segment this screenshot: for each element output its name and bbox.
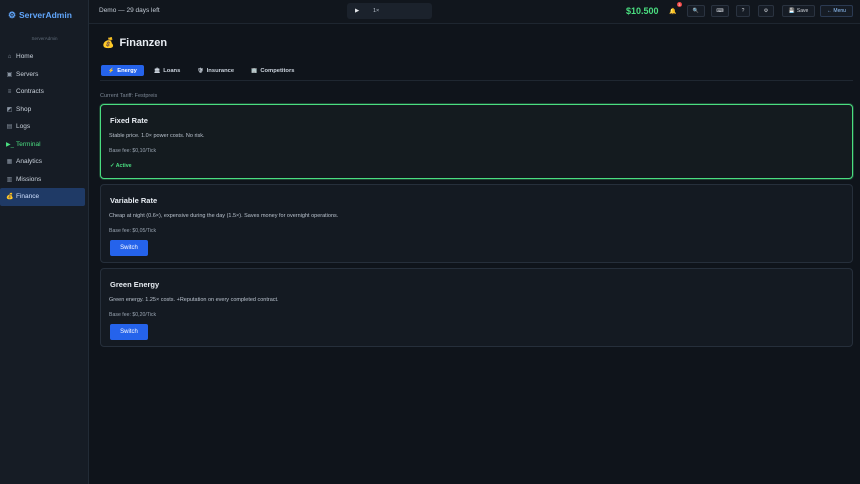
sidebar-item-missions[interactable]: ▥ Missions: [0, 171, 89, 189]
save-button[interactable]: 💾 Save: [782, 5, 815, 17]
tariff-card-green: Green Energy Green energy. 1.25× costs. …: [100, 268, 853, 347]
sidebar-item-analytics[interactable]: ▦ Analytics: [0, 153, 89, 171]
sidebar-item-label: Analytics: [16, 158, 43, 166]
gear-icon: ⚙: [763, 8, 769, 14]
tariff-description: Cheap at night (0.6×), expensive during …: [109, 213, 339, 219]
sidebar: ⚙ ServerAdmin ServerAdmin ⌂ Home ▣ Serve…: [0, 0, 89, 484]
money-bag-icon: 💰: [102, 37, 115, 49]
current-tariff: Current Tariff: Festpreis: [100, 93, 158, 99]
tariff-description: Green energy. 1.25× costs. +Reputation o…: [109, 297, 279, 303]
money-bag-icon: 💰: [6, 194, 14, 201]
demo-status: Demo — 29 days left: [99, 7, 160, 14]
search-icon: 🔍: [692, 8, 700, 14]
topbar: Demo — 29 days left ▶ 1× $10.500 🔔 3 🔍 ⌨…: [89, 0, 860, 24]
sidebar-item-home[interactable]: ⌂ Home: [0, 48, 89, 66]
help-label: ?: [741, 8, 745, 14]
speed-rate[interactable]: 1×: [373, 8, 379, 14]
server-icon: ▣: [6, 71, 13, 78]
tab-label: Energy: [117, 67, 137, 74]
brand-subtitle: ServerAdmin: [31, 36, 58, 41]
sidebar-item-shop[interactable]: ◩ Shop: [0, 101, 89, 119]
tab-label: Competitors: [260, 67, 295, 74]
sidebar-item-label: Contracts: [16, 88, 44, 96]
sidebar-item-finance[interactable]: 💰 Finance: [0, 188, 85, 206]
tab-label: Insurance: [206, 67, 235, 74]
tab-insurance[interactable]: 🛡 Insurance: [190, 65, 241, 76]
save-label: Save: [796, 8, 809, 14]
notifications-button[interactable]: 🔔 3: [665, 2, 682, 17]
tariff-fee: Base fee: $0,10/Tick: [109, 148, 157, 154]
tariff-name: Green Energy: [110, 280, 160, 289]
sidebar-item-logs[interactable]: ▤ Logs: [0, 118, 89, 136]
sidebar-item-servers[interactable]: ▣ Servers: [0, 66, 89, 84]
page-title-text: Finanzen: [119, 37, 168, 49]
analytics-icon: ▦: [6, 159, 13, 166]
menu-button[interactable]: ← Menu: [820, 5, 853, 17]
shield-icon: 🛡: [197, 67, 204, 74]
brand-name: ServerAdmin: [19, 10, 72, 20]
menu-label: ← Menu: [827, 8, 846, 14]
finance-tabs: ⚡ Energy 🏛 Loans 🛡 Insurance 🏢 Competito…: [101, 65, 304, 77]
page-title: 💰 Finanzen: [102, 37, 167, 49]
notification-badge: 3: [676, 2, 682, 7]
contract-icon: ≡: [7, 88, 12, 95]
lightning-icon: ⚡: [108, 67, 115, 74]
help-button[interactable]: ?: [736, 5, 750, 17]
tabs-divider: [100, 80, 853, 81]
shop-icon: ◩: [6, 106, 13, 113]
sidebar-item-label: Servers: [16, 70, 39, 78]
sidebar-item-label: Terminal: [16, 140, 41, 148]
sidebar-nav: ⌂ Home ▣ Servers ≡ Contracts ◩ Shop ▤ Lo…: [0, 48, 89, 206]
play-icon[interactable]: ▶: [355, 8, 363, 14]
sidebar-item-contracts[interactable]: ≡ Contracts: [0, 83, 89, 101]
building-icon: 🏢: [251, 67, 258, 74]
brand[interactable]: ⚙ ServerAdmin: [8, 10, 72, 20]
settings-button[interactable]: ⚙: [758, 5, 774, 17]
keyboard-button[interactable]: ⌨: [711, 5, 729, 17]
sidebar-item-label: Shop: [16, 105, 32, 113]
tariff-card-fixed: Fixed Rate Stable price. 1.0× power cost…: [100, 104, 853, 179]
sidebar-item-label: Missions: [16, 175, 42, 183]
home-icon: ⌂: [7, 53, 12, 60]
gear-icon: ⚙: [8, 10, 17, 20]
search-button[interactable]: 🔍: [687, 5, 705, 17]
tab-label: Loans: [163, 67, 181, 74]
bank-icon: 🏛: [153, 67, 161, 74]
sidebar-item-terminal[interactable]: ▶_ Terminal: [0, 136, 89, 154]
tab-energy[interactable]: ⚡ Energy: [101, 65, 144, 76]
tariff-fee: Base fee: $0,20/Tick: [109, 312, 157, 318]
tariff-card-variable: Variable Rate Cheap at night (0.6×), exp…: [100, 184, 853, 263]
logs-icon: ▤: [6, 124, 13, 131]
active-status: ✓ Active: [110, 163, 132, 169]
tab-competitors[interactable]: 🏢 Competitors: [244, 65, 301, 76]
tariff-description: Stable price. 1.0× power costs. No risk.: [109, 133, 205, 139]
sidebar-item-label: Home: [16, 53, 34, 61]
terminal-icon: ▶_: [6, 141, 14, 148]
sidebar-item-label: Finance: [16, 193, 40, 201]
switch-button[interactable]: Switch: [110, 240, 148, 256]
tariff-fee: Base fee: $0,05/Tick: [109, 228, 157, 234]
tab-loans[interactable]: 🏛 Loans: [147, 65, 187, 76]
bell-icon: 🔔: [669, 8, 677, 15]
switch-button[interactable]: Switch: [110, 324, 148, 340]
money-balance: $10.500: [626, 6, 659, 16]
tariff-name: Variable Rate: [110, 196, 158, 205]
save-icon: 💾: [788, 8, 795, 14]
speed-control: ▶ 1×: [347, 3, 432, 19]
missions-icon: ▥: [6, 176, 13, 183]
keyboard-icon: ⌨: [716, 8, 724, 14]
tariff-name: Fixed Rate: [110, 116, 148, 125]
sidebar-item-label: Logs: [16, 123, 31, 131]
